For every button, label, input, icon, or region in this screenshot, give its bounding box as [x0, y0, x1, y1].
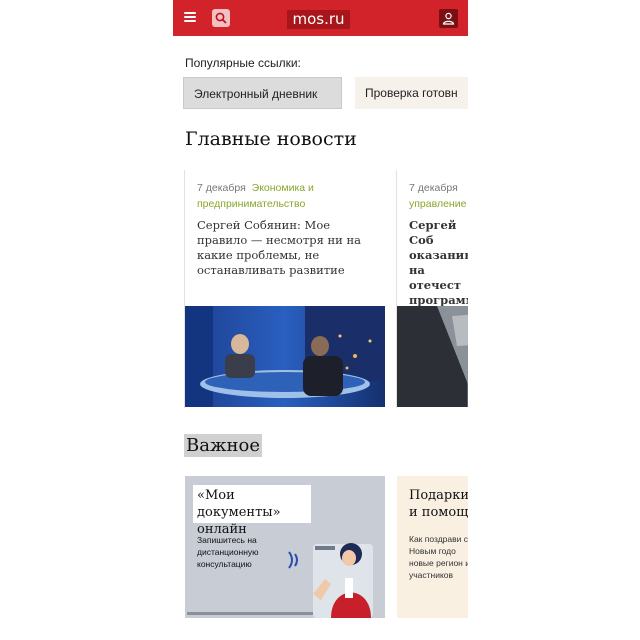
popular-links-title: Популярные ссылки: — [185, 56, 301, 70]
mobile-page: mos.ru Популярные ссылки: Электронный дн… — [173, 0, 468, 640]
popular-link-readiness-check[interactable]: Проверка готовн — [355, 77, 468, 109]
news-photo-laptop[interactable] — [397, 306, 468, 407]
promo-title: «Мои документы» онлайн — [193, 485, 311, 537]
news-card[interactable]: 7 декабря управление Сергей Соб оказанию… — [396, 170, 468, 408]
user-icon — [442, 12, 455, 25]
news-headline[interactable]: Сергей Собянин: Мое правило — несмотря н… — [197, 218, 377, 278]
consultant-illustration — [288, 543, 373, 618]
menu-icon-line — [184, 20, 196, 22]
popular-link-electronic-diary[interactable]: Электронный дневник — [183, 77, 342, 109]
news-card[interactable]: 7 декабря Экономика и предпринимательств… — [184, 170, 385, 408]
news-date: 7 декабря — [409, 182, 458, 194]
site-logo[interactable]: mos.ru — [287, 10, 350, 29]
top-bar: mos.ru — [173, 0, 468, 36]
menu-icon-line — [184, 12, 196, 14]
news-category[interactable]: управление — [409, 198, 466, 210]
news-headline[interactable]: Сергей Соб оказанию на отечест программ — [409, 218, 468, 308]
account-button[interactable] — [439, 9, 458, 28]
search-icon — [215, 12, 227, 24]
tv-studio-image — [185, 306, 385, 407]
search-button[interactable] — [212, 9, 230, 27]
news-meta: 7 декабря управление — [409, 180, 468, 212]
promo-subtitle: Как поздрави с Новым годо новые регион и… — [409, 534, 468, 580]
promo-card-my-documents[interactable]: «Мои документы» онлайн Запишитесь на дис… — [185, 476, 385, 618]
news-date: 7 декабря — [197, 182, 246, 194]
news-meta: 7 декабря Экономика и предпринимательств… — [197, 180, 375, 212]
promo-title: Подарки, и помощ — [409, 488, 468, 520]
menu-icon-line — [184, 16, 196, 18]
promo-card-gifts[interactable]: Подарки, и помощ Как поздрави с Новым го… — [397, 476, 468, 618]
important-heading: Важное — [184, 434, 263, 457]
menu-button[interactable] — [183, 9, 199, 25]
laptop-image — [397, 306, 468, 407]
promo-progress-bar — [187, 612, 313, 615]
news-photo-tv-studio[interactable] — [185, 306, 385, 407]
main-news-heading: Главные новости — [185, 128, 357, 150]
